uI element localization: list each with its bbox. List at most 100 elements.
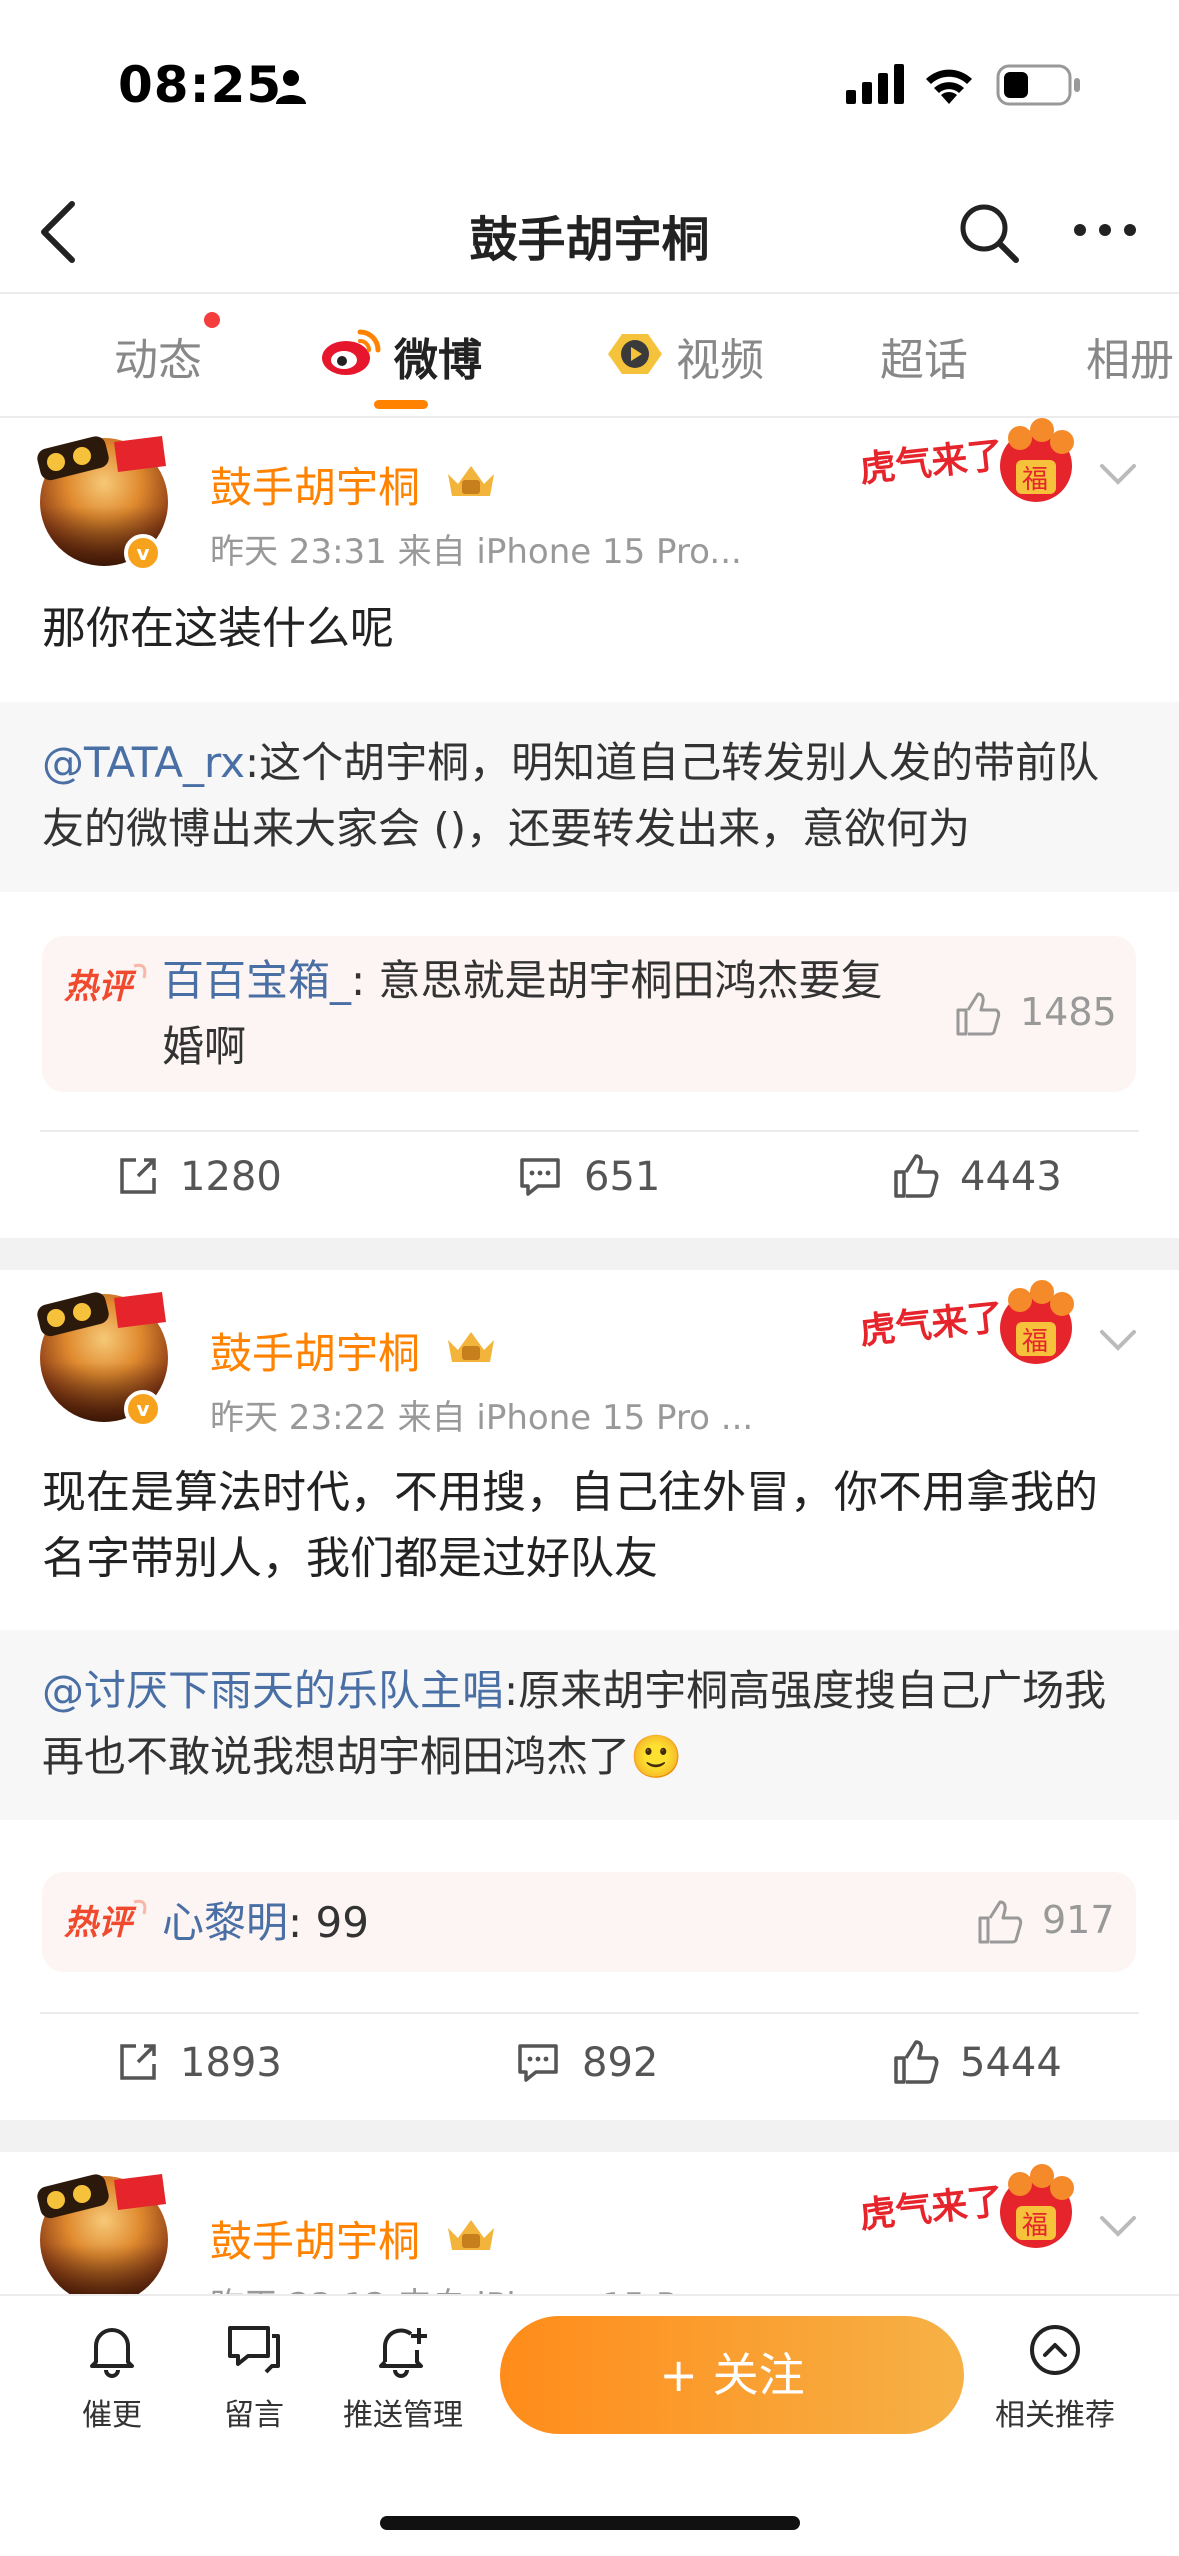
post-meta: 昨天 23:22 来自 iPhone 15 Pro ... — [210, 1398, 754, 1438]
hot-comment-user[interactable]: 心黎明 — [162, 1898, 288, 1947]
post-card[interactable]: v 鼓手胡宇桐 昨天 23:22 来自 iPhone 15 Pro ... 虎气… — [0, 1270, 1179, 2120]
message-icon — [228, 2326, 280, 2374]
hot-comment[interactable]: 热评 百百宝箱_: 意思就是胡宇桐田鸿杰要复婚啊 1485 — [42, 936, 1136, 1092]
repost-mention[interactable]: @讨厌下雨天的乐队主唱 — [42, 1666, 504, 1715]
hot-comment-tag-icon: 热评 — [64, 1899, 147, 1943]
home-indicator — [380, 2516, 800, 2530]
repost-count: 1893 — [180, 2040, 282, 2086]
tab-super-topic[interactable]: 超话 — [880, 324, 968, 388]
status-bar: 08:25 — [0, 0, 1179, 170]
like-count: 4443 — [960, 1154, 1062, 1200]
tab-dongtai[interactable]: 动态 — [114, 324, 202, 388]
like-button[interactable]: 4443 — [892, 1152, 1092, 1208]
repost-mention[interactable]: @TATA_rx — [42, 738, 245, 787]
push-settings-label: 推送管理 — [343, 2398, 463, 2433]
comment-button[interactable]: 892 — [516, 2040, 696, 2096]
remind-update-button[interactable]: 催更 — [72, 2322, 152, 2434]
chevron-up-circle-icon — [1030, 2325, 1080, 2375]
author-name[interactable]: 鼓手胡宇桐 — [210, 2208, 420, 2269]
profile-tabs: 动态 微博 视频 超话 相册 — [0, 294, 1179, 418]
comment-count: 651 — [584, 1154, 661, 1200]
person-icon — [276, 70, 306, 104]
more-options-icon[interactable] — [1070, 200, 1140, 260]
post-meta: 昨天 23:31 来自 iPhone 15 Pro... — [210, 532, 742, 572]
weibo-logo-icon — [322, 329, 381, 375]
hot-comment-text: 心黎明: 99 — [162, 1890, 922, 1956]
repost-icon — [120, 2044, 156, 2080]
tab-album[interactable]: 相册 — [1086, 324, 1174, 388]
divider — [40, 1130, 1139, 1132]
hot-comment-tag-icon: 热评 — [64, 963, 147, 1007]
tiger-avatar-badge-icon — [37, 436, 166, 481]
related-recommend-button[interactable]: 相关推荐 — [990, 2322, 1120, 2434]
tiger-decoration-icon: 虎气来了 福 — [858, 418, 1074, 502]
bottom-action-bar: 催更 留言 推送管理 + 关注 相关推荐 — [0, 2294, 1179, 2556]
repost-block[interactable]: @讨厌下雨天的乐队主唱:原来胡宇桐高强度搜自己广场我再也不敢说我想胡宇桐田鸿杰了… — [0, 1630, 1179, 1820]
section-gap — [0, 1238, 1179, 1270]
thumbs-up-icon — [894, 2040, 939, 2084]
svg-text:虎气来了: 虎气来了 — [858, 435, 1006, 491]
hot-comment[interactable]: 热评 心黎明: 99 917 — [42, 1872, 1136, 1972]
like-count: 5444 — [960, 2040, 1062, 2086]
svg-text:热评: 热评 — [64, 1903, 137, 1943]
video-play-icon — [608, 334, 662, 374]
thumbs-up-icon — [894, 1154, 939, 1198]
bell-icon — [90, 2328, 134, 2378]
svg-text:热评: 热评 — [64, 967, 137, 1007]
tab-weibo[interactable]: 微博 — [394, 324, 482, 388]
author-name[interactable]: 鼓手胡宇桐 — [210, 454, 420, 515]
hot-comment-likes: 1485 — [1020, 990, 1117, 1034]
repost-count: 1280 — [180, 1154, 282, 1200]
push-settings-button[interactable]: 推送管理 — [338, 2322, 468, 2434]
related-recommend-label: 相关推荐 — [995, 2398, 1115, 2433]
author-name[interactable]: 鼓手胡宇桐 — [210, 1320, 420, 1381]
post-text: 那你在这装什么呢 — [42, 603, 394, 654]
battery-icon — [996, 64, 1080, 106]
search-icon[interactable] — [956, 196, 1022, 266]
hot-comment-content: : 99 — [288, 1898, 369, 1947]
chevron-down-icon[interactable] — [1096, 2212, 1140, 2240]
notification-dot — [204, 312, 220, 328]
thumbs-up-icon[interactable] — [976, 1898, 1024, 1946]
active-tab-indicator — [374, 400, 428, 409]
repost-button[interactable]: 1893 — [116, 2040, 316, 2096]
tiger-decoration-icon: 虎气来了 福 — [858, 1280, 1074, 1364]
follow-button[interactable]: + 关注 — [500, 2316, 964, 2434]
vip-crown-icon — [448, 1332, 494, 1362]
message-button[interactable]: 留言 — [214, 2322, 294, 2434]
repost-icon — [120, 1158, 156, 1194]
divider — [40, 2012, 1139, 2014]
repost-block[interactable]: @TATA_rx:这个胡宇桐，明知道自己转发别人发的带前队友的微博出来大家会 (… — [0, 702, 1179, 892]
tiger-decoration-icon: 虎气来了 福 — [858, 2164, 1074, 2248]
weibo-feed: v 鼓手胡宇桐 昨天 23:31 来自 iPhone 15 Pro... 虎气来… — [0, 418, 1179, 2352]
repost-button[interactable]: 1280 — [116, 1154, 316, 1210]
message-label: 留言 — [224, 2398, 284, 2433]
tiger-avatar-badge-icon — [37, 2174, 166, 2219]
comment-icon — [520, 1158, 560, 1196]
chevron-down-icon[interactable] — [1096, 460, 1140, 488]
tiger-avatar-badge-icon — [37, 1292, 166, 1337]
post-text: 现在是算法时代，不用搜，自己往外冒，你不用拿我的名字带别人，我们都是过好队友 — [42, 1467, 1098, 1584]
chevron-down-icon[interactable] — [1096, 1326, 1140, 1354]
thumbs-up-icon[interactable] — [954, 990, 1002, 1038]
wifi-icon — [926, 69, 972, 104]
like-button[interactable]: 5444 — [892, 2038, 1092, 2094]
comment-icon — [518, 2044, 558, 2082]
hot-comment-text: 百百宝箱_: 意思就是胡宇桐田鸿杰要复婚啊 — [162, 948, 922, 1080]
svg-text:福: 福 — [1022, 2211, 1048, 2241]
verified-badge-icon: v — [124, 534, 162, 572]
comment-count: 892 — [582, 2040, 659, 2086]
hot-comment-user[interactable]: 百百宝箱_ — [162, 956, 351, 1005]
svg-text:虎气来了: 虎气来了 — [858, 1297, 1006, 1353]
vip-crown-icon — [448, 466, 494, 496]
vip-crown-icon — [448, 2220, 494, 2250]
hot-comment-likes: 917 — [1042, 1898, 1115, 1942]
comment-button[interactable]: 651 — [518, 1154, 698, 1210]
tab-video[interactable]: 视频 — [676, 324, 764, 388]
post-card[interactable]: v 鼓手胡宇桐 昨天 23:31 来自 iPhone 15 Pro... 虎气来… — [0, 418, 1179, 1238]
cellular-signal-icon — [846, 64, 904, 104]
svg-text:福: 福 — [1022, 465, 1048, 495]
bell-plus-icon — [379, 2328, 427, 2378]
svg-text:虎气来了: 虎气来了 — [858, 2181, 1006, 2237]
svg-text:福: 福 — [1022, 1327, 1048, 1357]
